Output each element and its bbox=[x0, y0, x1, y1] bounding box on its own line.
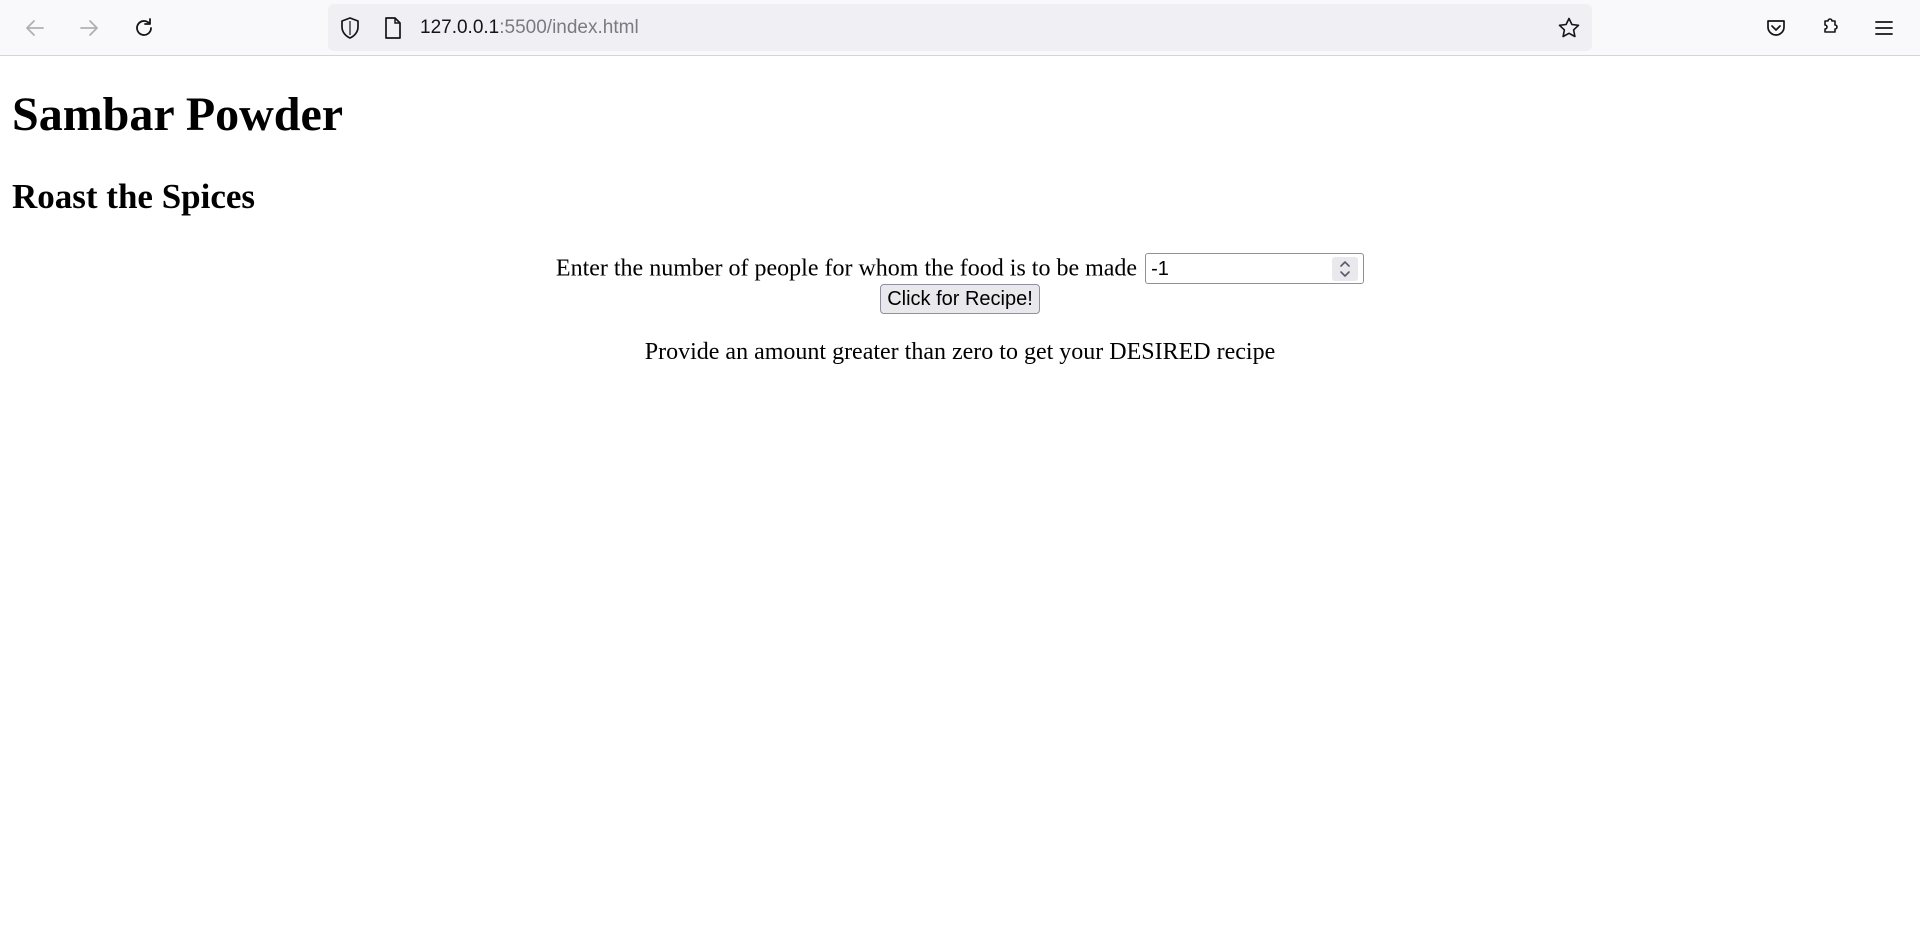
section-heading: Roast the Spices bbox=[12, 177, 256, 216]
url-path: :5500/index.html bbox=[499, 17, 639, 38]
url-text[interactable]: 127.0.0.1:5500/index.html bbox=[420, 16, 639, 40]
forward-button[interactable] bbox=[71, 10, 107, 46]
people-count-value: -1 bbox=[1151, 257, 1169, 280]
reload-icon bbox=[132, 16, 156, 40]
star-icon[interactable] bbox=[1557, 16, 1581, 40]
validation-message: Provide an amount greater than zero to g… bbox=[644, 339, 1276, 365]
spinner-down-icon bbox=[1340, 271, 1350, 277]
get-recipe-button[interactable]: Click for Recipe! bbox=[880, 284, 1040, 314]
back-button[interactable] bbox=[17, 10, 53, 46]
forward-arrow-icon bbox=[77, 16, 101, 40]
extensions-button[interactable] bbox=[1812, 10, 1848, 46]
shield-icon[interactable] bbox=[338, 16, 362, 40]
spinner-up-icon bbox=[1340, 261, 1350, 267]
page-icon[interactable] bbox=[381, 16, 405, 40]
url-host: 127.0.0.1 bbox=[420, 17, 500, 38]
pocket-button[interactable] bbox=[1758, 10, 1794, 46]
pocket-icon bbox=[1764, 16, 1788, 40]
page-title: Sambar Powder bbox=[12, 88, 344, 141]
url-bar[interactable]: 127.0.0.1:5500/index.html bbox=[328, 4, 1592, 51]
menu-button[interactable] bbox=[1866, 10, 1902, 46]
reload-button[interactable] bbox=[126, 10, 162, 46]
people-form: Enter the number of people for whom the … bbox=[0, 250, 1920, 285]
browser-toolbar: 127.0.0.1:5500/index.html bbox=[0, 0, 1920, 56]
menu-icon bbox=[1872, 16, 1896, 40]
back-arrow-icon bbox=[23, 16, 47, 40]
page-content: Sambar Powder Roast the Spices Enter the… bbox=[0, 57, 1920, 936]
people-count-input[interactable]: -1 bbox=[1145, 252, 1365, 284]
extensions-icon bbox=[1818, 16, 1842, 40]
button-row: Click for Recipe! bbox=[0, 284, 1920, 314]
people-count-label: Enter the number of people for whom the … bbox=[555, 255, 1138, 282]
number-spinner[interactable] bbox=[1332, 256, 1359, 281]
